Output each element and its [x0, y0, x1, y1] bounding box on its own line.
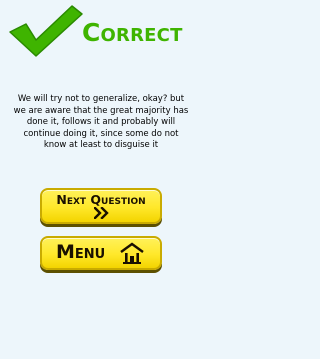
next-question-button[interactable]: Next Question	[40, 188, 162, 224]
result-header: Correct	[0, 0, 202, 60]
home-icon	[120, 242, 144, 264]
menu-label: Menu	[56, 241, 106, 263]
next-question-label: Next Question	[56, 192, 146, 207]
menu-button[interactable]: Menu	[40, 236, 162, 270]
check-mark-icon	[9, 5, 83, 57]
result-message: We will try not to generalize, okay? but…	[13, 94, 189, 150]
result-title: Correct	[82, 18, 183, 47]
double-chevron-right-icon	[94, 207, 109, 219]
